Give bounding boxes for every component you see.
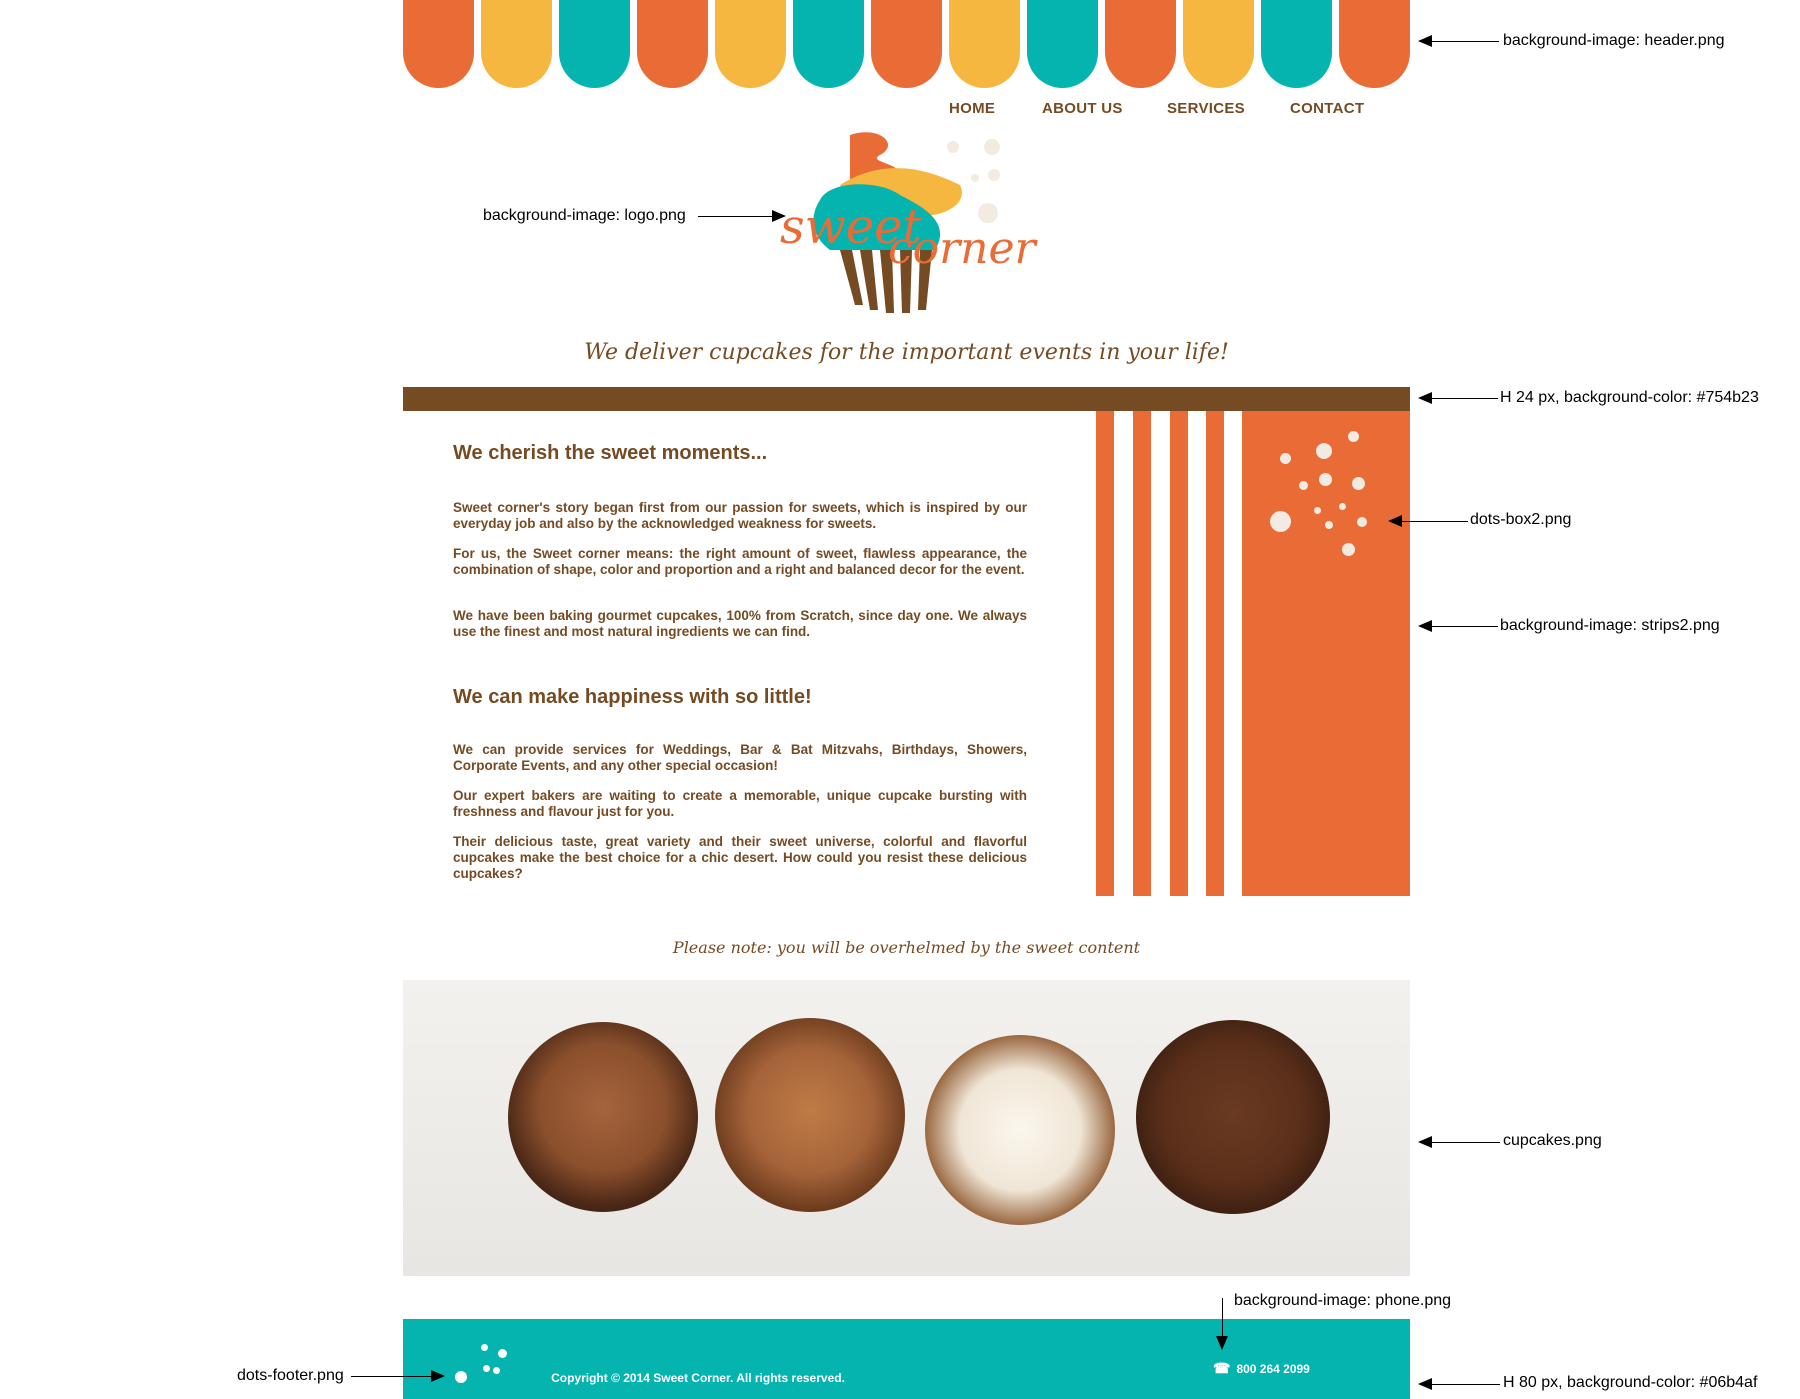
dots-footer bbox=[498, 1349, 507, 1358]
nav-contact[interactable]: CONTACT bbox=[1290, 100, 1364, 117]
arrow bbox=[351, 1376, 431, 1377]
logo-bubble bbox=[984, 139, 1000, 155]
section2-paragraph: Their delicious taste, great variety and… bbox=[453, 834, 1027, 881]
annotation-cupcakes: cupcakes.png bbox=[1503, 1132, 1602, 1149]
awning-scallop bbox=[1339, 0, 1410, 88]
arrow bbox=[1422, 398, 1498, 399]
phone-icon: ☎ bbox=[1213, 1360, 1231, 1376]
strip bbox=[1170, 411, 1188, 896]
logo-wrapper bbox=[840, 250, 863, 305]
cupcakes-image bbox=[403, 980, 1410, 1276]
arrow bbox=[1422, 1142, 1500, 1143]
dots-box bbox=[1280, 453, 1291, 464]
arrow-head bbox=[1418, 1378, 1432, 1390]
section1-paragraph: For us, the Sweet corner means: the righ… bbox=[453, 546, 1027, 577]
arrow bbox=[1422, 41, 1499, 42]
arrow bbox=[1422, 626, 1498, 627]
dots-box bbox=[1319, 473, 1332, 486]
arrow-head bbox=[1388, 515, 1402, 527]
annotation-header: background-image: header.png bbox=[1503, 32, 1725, 49]
section1-heading: We cherish the sweet moments... bbox=[453, 442, 768, 464]
section1-paragraph: We have been baking gourmet cupcakes, 10… bbox=[453, 608, 1027, 639]
annotation-logo: background-image: logo.png bbox=[483, 207, 686, 224]
strip bbox=[1096, 411, 1114, 896]
cupcake-chocolate-sprinkles bbox=[1136, 1020, 1330, 1214]
arrow-head bbox=[1216, 1336, 1228, 1350]
logo[interactable]: sweet corner bbox=[770, 125, 1050, 325]
arrow bbox=[1222, 1298, 1223, 1336]
dots-box bbox=[1270, 511, 1291, 532]
logo-bubble bbox=[978, 203, 998, 223]
note-text: Please note: you will be overhelmed by t… bbox=[672, 938, 1141, 957]
awning-scallop bbox=[1105, 0, 1176, 88]
logo-bubble bbox=[947, 141, 959, 153]
annotation-phone: background-image: phone.png bbox=[1234, 1292, 1452, 1309]
arrow bbox=[1392, 521, 1468, 522]
awning-scallop bbox=[1183, 0, 1254, 88]
annotation-footer: H 80 px, background-color: #06b4af bbox=[1503, 1374, 1758, 1391]
annotation-dots-footer: dots-footer.png bbox=[237, 1367, 344, 1384]
dots-footer bbox=[481, 1344, 488, 1351]
section2-paragraph: We can provide services for Weddings, Ba… bbox=[453, 742, 1027, 773]
annotation-dots-box: dots-box2.png bbox=[1470, 511, 1572, 528]
awning-scallop bbox=[949, 0, 1020, 88]
cupcake-caramel-nut bbox=[715, 1018, 905, 1212]
orange-box bbox=[1242, 411, 1410, 896]
dots-box bbox=[1339, 503, 1346, 510]
strip bbox=[1206, 411, 1224, 896]
annotation-bar: H 24 px, background-color: #754b23 bbox=[1500, 389, 1759, 406]
dots-box bbox=[1299, 481, 1308, 490]
awning-scallop bbox=[403, 0, 474, 88]
awning-scallop bbox=[1261, 0, 1332, 88]
copyright-text: Copyright © 2014 Sweet Corner. All right… bbox=[551, 1371, 845, 1385]
logo-bubble bbox=[971, 174, 979, 182]
arrow-head bbox=[1418, 1136, 1432, 1148]
brown-bar bbox=[403, 387, 1410, 411]
phone-number[interactable]: ☎ 800 264 2099 bbox=[1213, 1360, 1310, 1377]
cupcake-vanilla-drizzle bbox=[925, 1035, 1115, 1225]
section2-heading: We can make happiness with so little! bbox=[453, 686, 812, 708]
dots-box bbox=[1357, 517, 1367, 527]
section2-paragraph: Our expert bakers are waiting to create … bbox=[453, 788, 1027, 819]
header-awning bbox=[403, 0, 1410, 90]
footer: Copyright © 2014 Sweet Corner. All right… bbox=[403, 1319, 1410, 1399]
awning-scallop bbox=[871, 0, 942, 88]
nav-about-us[interactable]: ABOUT US bbox=[1042, 100, 1123, 117]
awning-scallop bbox=[481, 0, 552, 88]
awning-scallop bbox=[1027, 0, 1098, 88]
dots-box bbox=[1348, 431, 1359, 442]
arrow-head bbox=[431, 1370, 445, 1382]
dots-box bbox=[1316, 443, 1332, 459]
awning-scallop bbox=[637, 0, 708, 88]
arrow-head bbox=[1418, 392, 1432, 404]
awning-scallop bbox=[715, 0, 786, 88]
dots-box bbox=[1325, 521, 1333, 529]
annotation-strips: background-image: strips2.png bbox=[1500, 617, 1720, 634]
dots-box bbox=[1342, 543, 1355, 556]
arrow-head bbox=[1418, 620, 1432, 632]
cupcake-chocolate-swirl bbox=[508, 1022, 698, 1212]
section1-paragraph: Sweet corner's story began first from ou… bbox=[453, 500, 1027, 531]
logo-bubble bbox=[988, 169, 1000, 181]
phone-text: 800 264 2099 bbox=[1236, 1362, 1310, 1376]
awning-scallop bbox=[793, 0, 864, 88]
dots-box bbox=[1314, 507, 1321, 514]
arrow-head bbox=[1418, 35, 1432, 47]
logo-wrapper bbox=[860, 250, 878, 310]
logo-word-corner: corner bbox=[888, 223, 1039, 274]
strip bbox=[1133, 411, 1151, 896]
arrow bbox=[1422, 1384, 1500, 1385]
arrow-head bbox=[772, 210, 786, 222]
dots-box bbox=[1352, 477, 1365, 490]
tagline: We deliver cupcakes for the important ev… bbox=[584, 340, 1229, 365]
awning-scallop bbox=[559, 0, 630, 88]
arrow bbox=[698, 216, 774, 217]
nav-services[interactable]: SERVICES bbox=[1167, 100, 1245, 117]
nav-home[interactable]: HOME bbox=[949, 100, 995, 117]
strips-panel bbox=[1096, 411, 1410, 896]
